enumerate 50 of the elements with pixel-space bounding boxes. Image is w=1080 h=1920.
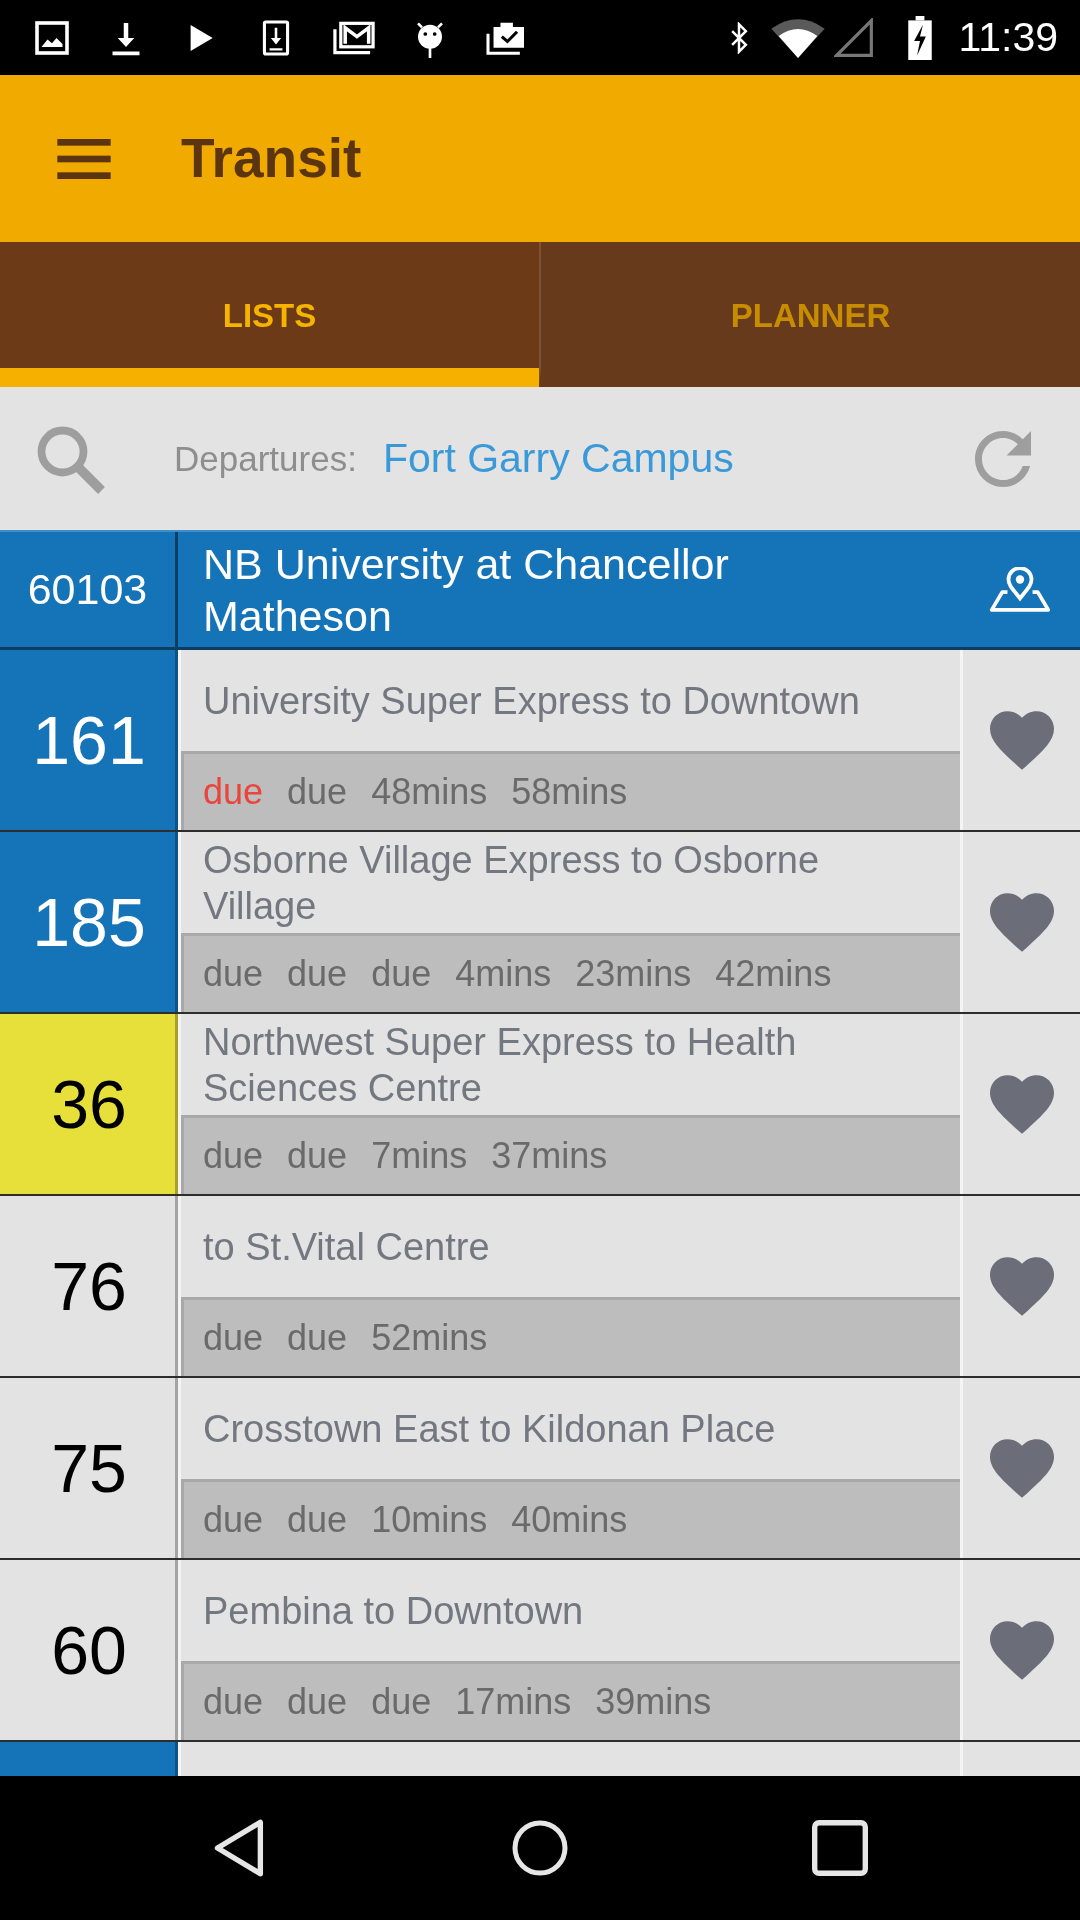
battery-charging-icon — [908, 15, 933, 60]
departure-time: 10mins — [371, 1499, 488, 1541]
departure-time: 39mins — [595, 1681, 712, 1723]
departure-time: 4mins — [455, 953, 552, 995]
departure-time: 7mins — [371, 1135, 468, 1177]
departure-time: due — [371, 953, 432, 995]
home-icon[interactable] — [512, 1818, 568, 1878]
departure-time: due — [287, 1317, 348, 1359]
departure-time: due — [371, 1681, 432, 1723]
heart-icon — [989, 1620, 1054, 1680]
heart-icon — [989, 710, 1054, 770]
departure-time: due — [287, 1499, 348, 1541]
departure-time: due — [203, 1681, 264, 1723]
clock: 11:39 — [958, 17, 1058, 58]
departure-time: due — [287, 953, 348, 995]
departure-time: 48mins — [371, 771, 488, 813]
departure-time: due — [287, 1681, 348, 1723]
route-number: 161 — [0, 650, 178, 830]
departure-time: 40mins — [511, 1499, 628, 1541]
stop-number: 60103 — [0, 532, 178, 647]
route-number: 36 — [0, 1014, 178, 1194]
heart-icon — [989, 1438, 1054, 1498]
departure-time: due — [203, 1317, 264, 1359]
stop-selector[interactable]: Fort Garry Campus — [382, 435, 734, 482]
departure-time: 37mins — [491, 1135, 608, 1177]
heart-icon — [989, 1074, 1054, 1134]
app-title: Transit — [181, 131, 362, 186]
departure-time: 52mins — [371, 1317, 488, 1359]
departure-time: due — [203, 1499, 264, 1541]
tab[interactable]: LISTS — [0, 242, 539, 387]
mail-stack-icon — [332, 19, 376, 56]
departure-time: due — [287, 771, 348, 813]
departure-time: due — [203, 771, 264, 813]
menu-icon[interactable] — [55, 138, 113, 179]
map-pin-icon[interactable] — [988, 566, 1052, 613]
departure-time: due — [203, 953, 264, 995]
recent-apps-icon[interactable] — [812, 1818, 868, 1878]
departure-time: 42mins — [715, 953, 832, 995]
stop-name: NB University at Chancellor Matheson — [202, 538, 730, 642]
departure-time: due — [287, 1135, 348, 1177]
departure-time: due — [203, 1135, 264, 1177]
image-icon — [34, 19, 70, 56]
departure-time: 23mins — [575, 953, 692, 995]
departure-time: 17mins — [455, 1681, 572, 1723]
heart-icon — [989, 1256, 1054, 1316]
heart-icon — [989, 892, 1054, 952]
signal-icon — [834, 17, 875, 58]
departure-time: 58mins — [511, 771, 628, 813]
departures-label: Departures: — [174, 438, 357, 479]
route-number: 185 — [0, 832, 178, 1012]
